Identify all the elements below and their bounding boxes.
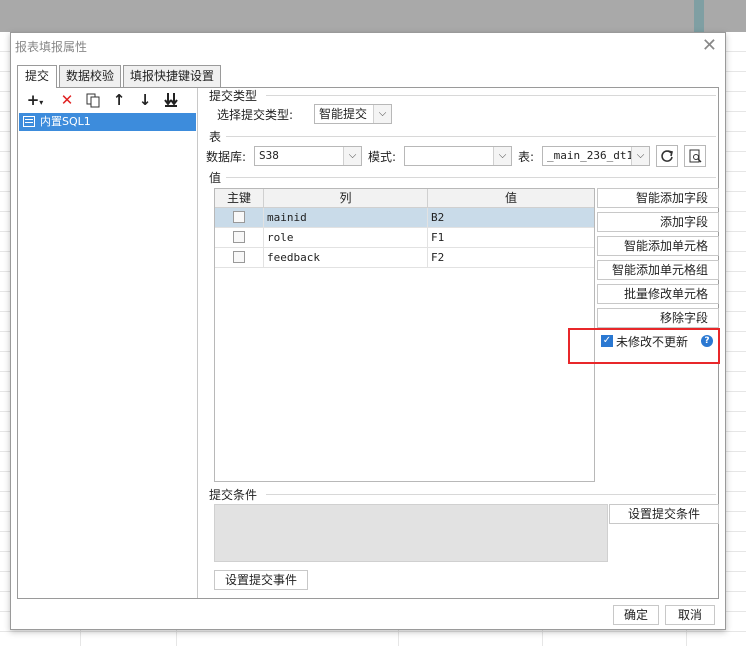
batch-modify-cells-button[interactable]: 批量修改单元格 xyxy=(597,284,719,304)
database-label: 数据库: xyxy=(206,150,247,164)
submit-condition-area xyxy=(214,504,608,562)
key-cell xyxy=(215,228,264,247)
copy-icon[interactable] xyxy=(82,90,104,110)
delete-icon[interactable]: ✕ xyxy=(56,90,78,110)
arrow-down-icon[interactable]: ↓ xyxy=(134,90,156,110)
table-select[interactable]: _main_236_dt1 ⌵ xyxy=(542,146,650,166)
table-label: 表: xyxy=(518,150,535,164)
mode-select[interactable]: ⌵ xyxy=(404,146,512,166)
table-section-label: 表 xyxy=(209,130,222,144)
table-row[interactable]: role F1 xyxy=(215,228,594,248)
remove-field-button[interactable]: 移除字段 xyxy=(597,308,719,328)
smart-add-cells-button[interactable]: 智能添加单元格 xyxy=(597,236,719,256)
set-submit-condition-button[interactable]: 设置提交条件 xyxy=(609,504,719,524)
chevron-down-icon: ⌵ xyxy=(373,105,391,123)
arrow-up-icon[interactable]: ↑ xyxy=(108,90,130,110)
tree-item-label: 内置SQL1 xyxy=(40,115,91,128)
primary-key-checkbox[interactable] xyxy=(233,211,245,223)
table-row[interactable]: feedback F2 xyxy=(215,248,594,268)
table-row[interactable]: mainid B2 xyxy=(215,208,594,228)
preview-table-icon[interactable] xyxy=(684,145,706,167)
submit-condition-section-label: 提交条件 xyxy=(209,488,258,502)
values-section-label: 值 xyxy=(209,171,222,185)
column-cell[interactable]: feedback xyxy=(264,248,428,267)
help-icon[interactable]: ? xyxy=(701,335,713,347)
plus-dropdown-icon[interactable]: +▾ xyxy=(22,90,48,110)
table-value: _main_236_dt1 xyxy=(547,149,634,162)
database-select[interactable]: S38 ⌵ xyxy=(254,146,362,166)
chevron-down-icon: ⌵ xyxy=(493,147,511,165)
column-header-column: 列 xyxy=(264,189,428,208)
submit-type-label: 选择提交类型: xyxy=(217,108,294,122)
column-cell[interactable]: mainid xyxy=(264,208,428,227)
no-update-unmodified-checkbox[interactable]: ✓ xyxy=(601,335,613,347)
ok-button[interactable]: 确定 xyxy=(613,605,659,625)
table-icon xyxy=(23,116,35,127)
add-field-button[interactable]: 添加字段 xyxy=(597,212,719,232)
tree-item-builtin-sql[interactable]: 内置SQL1 xyxy=(19,113,196,131)
submit-config-pane: 提交类型 选择提交类型: 智能提交 ⌵ 表 数据库: S38 ⌵ 模式: ⌵ 表… xyxy=(206,88,720,598)
submit-tab-panel: +▾ ✕ ↑ ↓ 内置SQL1 提交类型 选择提交类型: 智能提交 ⌵ 表 数据… xyxy=(17,87,720,599)
mode-label: 模式: xyxy=(368,150,397,164)
section-divider xyxy=(226,177,716,178)
value-cell[interactable]: F2 xyxy=(428,248,594,267)
column-cell[interactable]: role xyxy=(264,228,428,247)
key-cell xyxy=(215,248,264,267)
key-cell xyxy=(215,208,264,227)
list-toolbar: +▾ ✕ ↑ ↓ xyxy=(18,88,198,112)
primary-key-checkbox[interactable] xyxy=(233,251,245,263)
tab-fill-shortcut-settings[interactable]: 填报快捷键设置 xyxy=(123,65,221,87)
submit-list-pane: +▾ ✕ ↑ ↓ 内置SQL1 xyxy=(18,88,198,598)
move-bottom-icon[interactable] xyxy=(160,90,182,110)
section-divider xyxy=(266,95,716,96)
database-value: S38 xyxy=(259,149,279,162)
smart-add-cell-group-button[interactable]: 智能添加单元格组 xyxy=(597,260,719,280)
value-cell[interactable]: F1 xyxy=(428,228,594,247)
column-header-primary-key: 主键 xyxy=(215,189,264,208)
report-fill-properties-dialog: 报表填报属性 ✕ 提交 数据校验 填报快捷键设置 +▾ ✕ ↑ ↓ 内置SQL1… xyxy=(10,32,726,630)
section-divider xyxy=(266,494,716,495)
primary-key-checkbox[interactable] xyxy=(233,231,245,243)
chevron-down-icon: ⌵ xyxy=(631,147,649,165)
submit-type-section-label: 提交类型 xyxy=(209,89,258,103)
dialog-title: 报表填报属性 xyxy=(15,40,88,54)
close-icon[interactable]: ✕ xyxy=(702,35,717,56)
value-cell[interactable]: B2 xyxy=(428,208,594,227)
tab-data-validation[interactable]: 数据校验 xyxy=(59,65,121,87)
tab-submit[interactable]: 提交 xyxy=(17,65,57,88)
smart-add-fields-button[interactable]: 智能添加字段 xyxy=(597,188,719,208)
set-submit-event-button[interactable]: 设置提交事件 xyxy=(214,570,308,590)
refresh-icon[interactable] xyxy=(656,145,678,167)
background-app-accent xyxy=(694,0,704,32)
no-update-unmodified-label: 未修改不更新 xyxy=(616,335,689,349)
submit-tree: 内置SQL1 xyxy=(18,112,198,598)
section-divider xyxy=(226,136,716,137)
submit-type-value: 智能提交 xyxy=(319,107,368,121)
background-app-toolbar xyxy=(0,0,746,32)
column-header-value: 值 xyxy=(428,189,594,208)
field-mapping-table: 主键 列 值 mainid B2 role F1 feedback F2 xyxy=(214,188,595,482)
cancel-button[interactable]: 取消 xyxy=(665,605,715,625)
submit-type-select[interactable]: 智能提交 ⌵ xyxy=(314,104,392,124)
chevron-down-icon: ⌵ xyxy=(343,147,361,165)
